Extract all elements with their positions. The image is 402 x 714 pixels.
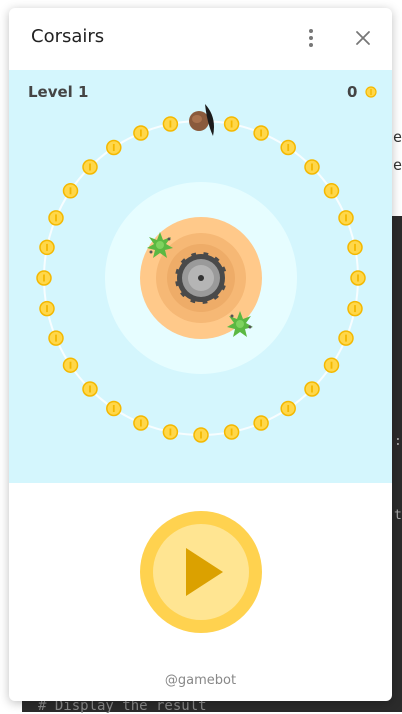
coin-icon	[223, 424, 240, 440]
coin-icon	[82, 381, 98, 397]
background-text-fragment: :	[394, 434, 402, 449]
coin-icon	[304, 159, 320, 175]
background-text-fragment: e	[392, 156, 402, 174]
game-modal: Corsairs Level 1 0 @gamebot	[9, 8, 392, 701]
coin-icon	[347, 300, 363, 317]
coin-icon	[347, 239, 363, 256]
coin-icon	[48, 210, 64, 226]
play-button[interactable]	[139, 510, 263, 634]
background-text-fragment: t	[394, 508, 402, 523]
coin-icon	[280, 139, 296, 156]
player-ship-icon[interactable]	[189, 104, 214, 136]
coin-icon	[133, 125, 149, 141]
coin-icon	[162, 116, 179, 132]
coin-icon	[280, 400, 296, 417]
coin-icon	[62, 357, 79, 373]
game-canvas[interactable]: Level 1 0	[9, 70, 392, 483]
coin-icon	[253, 415, 269, 431]
coin-icon	[223, 116, 240, 132]
coin-icon	[338, 330, 354, 346]
coin-icon	[350, 270, 366, 286]
coin-icon	[304, 381, 320, 397]
coin-icon	[323, 183, 340, 199]
coin-icon	[62, 183, 79, 199]
coin-icon	[106, 139, 122, 156]
coin-icon	[36, 270, 52, 286]
game-title: Corsairs	[31, 26, 105, 47]
close-icon	[356, 31, 370, 45]
coin-icon	[82, 159, 98, 175]
menu-button[interactable]	[299, 24, 323, 52]
modal-header: Corsairs	[9, 8, 392, 70]
coin-icon	[323, 357, 340, 373]
footer-credit: @gamebot	[164, 673, 237, 688]
coin-icon	[106, 400, 122, 417]
coin-icon	[338, 210, 354, 226]
close-button[interactable]	[351, 26, 375, 50]
coin-icon	[253, 125, 269, 141]
coin-icon	[162, 424, 179, 440]
coin-icon	[133, 415, 149, 431]
game-board	[36, 104, 366, 443]
more-vertical-icon	[309, 29, 313, 47]
tower-icon	[173, 250, 229, 306]
coin-icon	[48, 330, 64, 346]
coin-icon	[39, 239, 55, 256]
coin-icon	[193, 427, 209, 443]
coin-icon	[39, 300, 55, 317]
